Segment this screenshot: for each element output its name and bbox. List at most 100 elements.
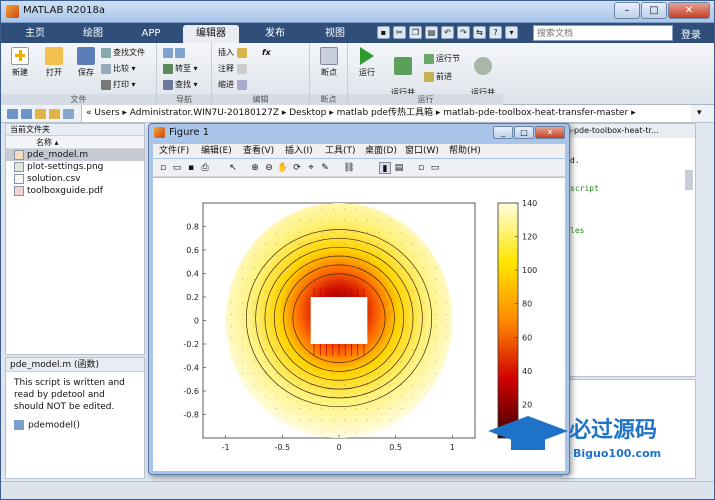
fx-button[interactable]: fx	[262, 47, 271, 58]
goto-button[interactable]: 转至 ▾	[163, 63, 198, 74]
redo-quick-icon[interactable]: ↷	[457, 26, 470, 39]
details-function[interactable]: pdemodel()	[6, 418, 144, 433]
tab-plots[interactable]: 绘图	[65, 25, 121, 43]
copy-quick-icon[interactable]: ❐	[409, 26, 422, 39]
field-dot	[287, 243, 289, 245]
data-cursor-icon[interactable]: ⌖	[305, 162, 317, 174]
tab-home[interactable]: 主页	[7, 25, 63, 43]
switch-windows-icon[interactable]: ⇆	[473, 26, 486, 39]
print-button[interactable]: 打印 ▾	[101, 79, 136, 90]
advance-button[interactable]: 前进	[424, 71, 452, 82]
run-button[interactable]: 运行	[350, 47, 384, 78]
zoom-out-icon[interactable]: ⊖	[263, 162, 275, 174]
run-section-button[interactable]: 运行节	[424, 53, 460, 64]
file-item[interactable]: toolboxguide.pdf	[6, 185, 144, 197]
tab-publish[interactable]: 发布	[247, 25, 303, 43]
new-button[interactable]: 新建	[3, 47, 37, 78]
menu-view[interactable]: 查看(V)	[243, 144, 274, 158]
figure-logo-icon	[154, 127, 165, 138]
new-figure-icon[interactable]: ▫	[157, 162, 169, 174]
field-dot	[253, 361, 255, 363]
undo-quick-icon[interactable]: ↶	[441, 26, 454, 39]
field-dot	[389, 220, 391, 222]
comment-button[interactable]: 注释	[218, 63, 249, 74]
field-dot	[389, 349, 391, 351]
minimize-button[interactable]: –	[614, 2, 640, 19]
field-dot	[298, 220, 300, 222]
tab-view[interactable]: 视图	[307, 25, 363, 43]
menu-edit[interactable]: 编辑(E)	[201, 144, 232, 158]
menu-file[interactable]: 文件(F)	[159, 144, 189, 158]
field-dot	[412, 325, 414, 327]
close-button[interactable]: ✕	[668, 2, 710, 19]
field-dot	[310, 278, 312, 280]
field-dot	[332, 208, 334, 210]
breakpoints-button[interactable]: 断点	[312, 47, 346, 78]
forward-icon[interactable]	[21, 109, 32, 119]
up-folder-icon[interactable]	[35, 109, 46, 119]
editor-tab-header[interactable]: n-pde-toolbox-heat-tr...	[562, 124, 695, 138]
field-dot	[355, 278, 357, 280]
menu-desktop[interactable]: 桌面(D)	[365, 144, 397, 158]
field-dot	[276, 325, 278, 327]
find-button[interactable]: 查找 ▾	[163, 79, 198, 90]
brush-icon[interactable]: ✎	[319, 162, 331, 174]
tab-apps[interactable]: APP	[123, 25, 179, 43]
figure-close-button[interactable]: ✕	[535, 126, 565, 139]
field-dot	[298, 278, 300, 280]
path-dropdown-icon[interactable]: ▾	[697, 105, 702, 122]
print-figure-icon[interactable]: ⎙	[199, 162, 211, 174]
colorbar-tick-label: 140	[522, 199, 537, 208]
legend-icon[interactable]: ▤	[393, 162, 405, 174]
field-dot	[287, 408, 289, 410]
paste-quick-icon[interactable]: ▤	[425, 26, 438, 39]
compare-button[interactable]: 比较 ▾	[101, 63, 136, 74]
figure-minimize-button[interactable]: _	[493, 126, 513, 139]
pan-hand-icon[interactable]: ✋	[277, 162, 289, 174]
file-item[interactable]: plot-settings.png	[6, 161, 144, 173]
save-quick-icon[interactable]: ▪	[377, 26, 390, 39]
field-dot	[389, 408, 391, 410]
zoom-in-icon[interactable]: ⊕	[249, 162, 261, 174]
indent-button[interactable]: 缩进	[218, 79, 249, 90]
menu-help[interactable]: 帮助(H)	[449, 144, 481, 158]
save-figure-icon[interactable]: ▪	[185, 162, 197, 174]
tab-editor[interactable]: 编辑器	[183, 25, 239, 43]
open-button[interactable]: 打开	[37, 47, 71, 78]
field-dot	[276, 267, 278, 269]
field-dot	[298, 302, 300, 304]
field-dot	[332, 243, 334, 245]
editor-scrollbar[interactable]	[685, 170, 693, 190]
cut-quick-icon[interactable]: ✂	[393, 26, 406, 39]
insert-button[interactable]: 插入	[218, 47, 249, 58]
figure-maximize-button[interactable]: □	[514, 126, 534, 139]
browse-folder-icon[interactable]	[49, 109, 60, 119]
pointer-icon[interactable]: ↖	[227, 162, 239, 174]
hide-tools-icon[interactable]: ▫	[415, 162, 427, 174]
maximize-button[interactable]: □	[641, 2, 667, 19]
code-line: les	[570, 226, 585, 235]
field-dot	[287, 290, 289, 292]
find-files-button[interactable]: 查找文件	[101, 47, 145, 58]
help-quick-icon[interactable]: ?	[489, 26, 502, 39]
current-folder-path[interactable]: « Users ▸ Administrator.WIN7U-20180127Z …	[81, 105, 691, 122]
back-icon[interactable]	[7, 109, 18, 119]
rotate-icon[interactable]: ⟳	[291, 162, 303, 174]
field-dot	[242, 278, 244, 280]
link-plot-icon[interactable]: ⛓	[343, 162, 355, 174]
search-documentation-input[interactable]	[533, 25, 673, 41]
menu-window[interactable]: 窗口(W)	[405, 144, 439, 158]
field-dot	[400, 267, 402, 269]
file-item[interactable]: solution.csv	[6, 173, 144, 185]
menu-tools[interactable]: 工具(T)	[325, 144, 356, 158]
save-button[interactable]: 保存	[69, 47, 103, 78]
dock-icon[interactable]: ▭	[429, 162, 441, 174]
open-file-icon[interactable]: ▭	[171, 162, 183, 174]
colorbar-icon[interactable]: ▮	[379, 162, 391, 174]
name-column-header[interactable]: 名称 ▴	[6, 136, 144, 149]
menu-insert[interactable]: 插入(I)	[285, 144, 313, 158]
back-forward-icons[interactable]	[163, 47, 187, 58]
file-item[interactable]: pde_model.m	[6, 149, 144, 161]
login-link[interactable]: 登录	[681, 26, 701, 41]
expand-quick-icon[interactable]: ▾	[505, 26, 518, 39]
